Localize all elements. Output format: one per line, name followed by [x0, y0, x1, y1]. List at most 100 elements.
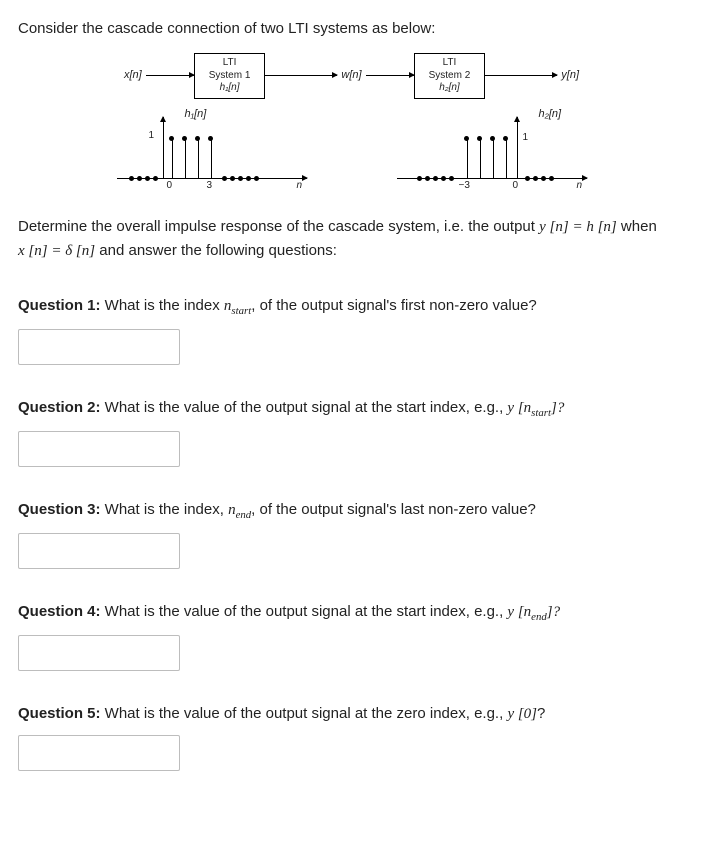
q4-text-a: What is the value of the output signal a…	[101, 603, 508, 620]
dot-icon	[533, 176, 538, 181]
question-3: Question 3: What is the index, nend, of …	[18, 499, 685, 569]
stem-icon	[467, 139, 468, 179]
stem-icon	[506, 139, 507, 179]
explain-math2: x [n] = δ [n]	[18, 243, 95, 259]
q3-answer-input[interactable]	[18, 533, 180, 569]
q2-sym-sub: start	[531, 407, 551, 419]
q1-label: Question 1:	[18, 297, 101, 314]
plot2-ylabel: 1	[523, 131, 529, 145]
q5-text-a: What is the value of the output signal a…	[101, 705, 508, 722]
y-axis-icon	[517, 117, 518, 179]
plot1-title: h₁[n]	[185, 107, 207, 122]
stem-plots-row: h₁[n] 1 0 3 n h₂[n] 1	[18, 111, 685, 191]
arrow-icon	[265, 75, 337, 76]
question-5: Question 5: What is the value of the out…	[18, 703, 685, 771]
q1-answer-input[interactable]	[18, 329, 180, 365]
q2-text-b: ]?	[551, 400, 564, 416]
plot2-tick-neg3: −3	[459, 179, 470, 193]
q3-text-b: , of the output signal's last non-zero v…	[251, 501, 536, 518]
lti-box-2: LTI System 2 h₂[n]	[414, 53, 486, 99]
q2-sym-base: y [n	[507, 400, 531, 416]
explain-part2b: and answer the following questions:	[99, 242, 337, 259]
box2-line1: LTI	[429, 57, 471, 70]
plot2-tick-0: 0	[513, 179, 519, 193]
dot-icon	[222, 176, 227, 181]
dot-icon	[246, 176, 251, 181]
lti-box-1: LTI System 1 h₁[n]	[194, 53, 266, 99]
box1-line3: h₁[n]	[209, 82, 251, 95]
y-axis-icon	[163, 117, 164, 179]
q5-answer-input[interactable]	[18, 735, 180, 771]
q4-sym-sub: end	[531, 611, 547, 623]
dot-icon	[549, 176, 554, 181]
q5-text-b: ?	[537, 705, 545, 722]
q4-sym-base: y [n	[507, 604, 531, 620]
q1-prompt: Question 1: What is the index nstart, of…	[18, 295, 685, 319]
dot-icon	[230, 176, 235, 181]
cascade-diagram: x[n] LTI System 1 h₁[n] w[n] LTI System …	[18, 53, 685, 191]
signal-w-label: w[n]	[341, 68, 361, 83]
stem-icon	[172, 139, 173, 179]
plot1-tick-3: 3	[207, 179, 213, 193]
dot-icon	[137, 176, 142, 181]
q1-text-a: What is the index	[101, 297, 224, 314]
box1-line1: LTI	[209, 57, 251, 70]
q4-answer-input[interactable]	[18, 635, 180, 671]
q3-sym-base: n	[228, 502, 236, 518]
q3-sym-sub: end	[236, 509, 252, 521]
q2-answer-input[interactable]	[18, 431, 180, 467]
stem-icon	[185, 139, 186, 179]
signal-y-label: y[n]	[561, 68, 579, 83]
stem-plot-h2: h₂[n] 1 −3 0 n	[397, 111, 587, 191]
dot-icon	[425, 176, 430, 181]
q3-prompt: Question 3: What is the index, nend, of …	[18, 499, 685, 523]
stem-icon	[198, 139, 199, 179]
plot1-endlabel: n	[297, 179, 303, 193]
question-4: Question 4: What is the value of the out…	[18, 601, 685, 671]
stem-icon	[480, 139, 481, 179]
dot-icon	[238, 176, 243, 181]
q4-label: Question 4:	[18, 603, 101, 620]
signal-x-label: x[n]	[124, 68, 142, 83]
q5-sym: y [0]	[507, 706, 537, 722]
q3-sym: nend	[228, 502, 251, 518]
q2-sym: y [nstart	[507, 400, 551, 416]
dot-icon	[417, 176, 422, 181]
block-diagram-row: x[n] LTI System 1 h₁[n] w[n] LTI System …	[18, 53, 685, 99]
box2-line2: System 2	[429, 70, 471, 83]
q1-text-b: , of the output signal's first non-zero …	[251, 297, 537, 314]
intro-text: Consider the cascade connection of two L…	[18, 18, 685, 39]
plot1-tick-0: 0	[167, 179, 173, 193]
plot2-endlabel: n	[577, 179, 583, 193]
dot-icon	[129, 176, 134, 181]
question-1: Question 1: What is the index nstart, of…	[18, 295, 685, 365]
q4-sym: y [nend	[507, 604, 546, 620]
explain-part1: Determine the overall impulse response o…	[18, 218, 539, 235]
explain-math1: y [n] = h [n]	[539, 219, 617, 235]
dot-icon	[153, 176, 158, 181]
plot2-title: h₂[n]	[539, 107, 562, 122]
q2-text-a: What is the value of the output signal a…	[101, 399, 508, 416]
stem-icon	[493, 139, 494, 179]
arrow-icon	[146, 75, 194, 76]
arrow-icon	[485, 75, 557, 76]
dot-icon	[433, 176, 438, 181]
dot-icon	[145, 176, 150, 181]
q5-label: Question 5:	[18, 705, 101, 722]
dot-icon	[449, 176, 454, 181]
arrow-icon	[366, 75, 414, 76]
q1-sym-sub: start	[231, 305, 251, 317]
q4-text-b: ]?	[547, 604, 560, 620]
dot-icon	[254, 176, 259, 181]
q1-sym: nstart	[224, 298, 251, 314]
explain-part1b: when	[621, 218, 657, 235]
q2-prompt: Question 2: What is the value of the out…	[18, 397, 685, 421]
dot-icon	[441, 176, 446, 181]
explain-paragraph: Determine the overall impulse response o…	[18, 215, 685, 264]
dot-icon	[525, 176, 530, 181]
plot1-ylabel: 1	[149, 129, 155, 143]
q3-label: Question 3:	[18, 501, 101, 518]
q3-text-a: What is the index,	[101, 501, 229, 518]
box2-line3: h₂[n]	[429, 82, 471, 95]
stem-plot-h1: h₁[n] 1 0 3 n	[117, 111, 307, 191]
